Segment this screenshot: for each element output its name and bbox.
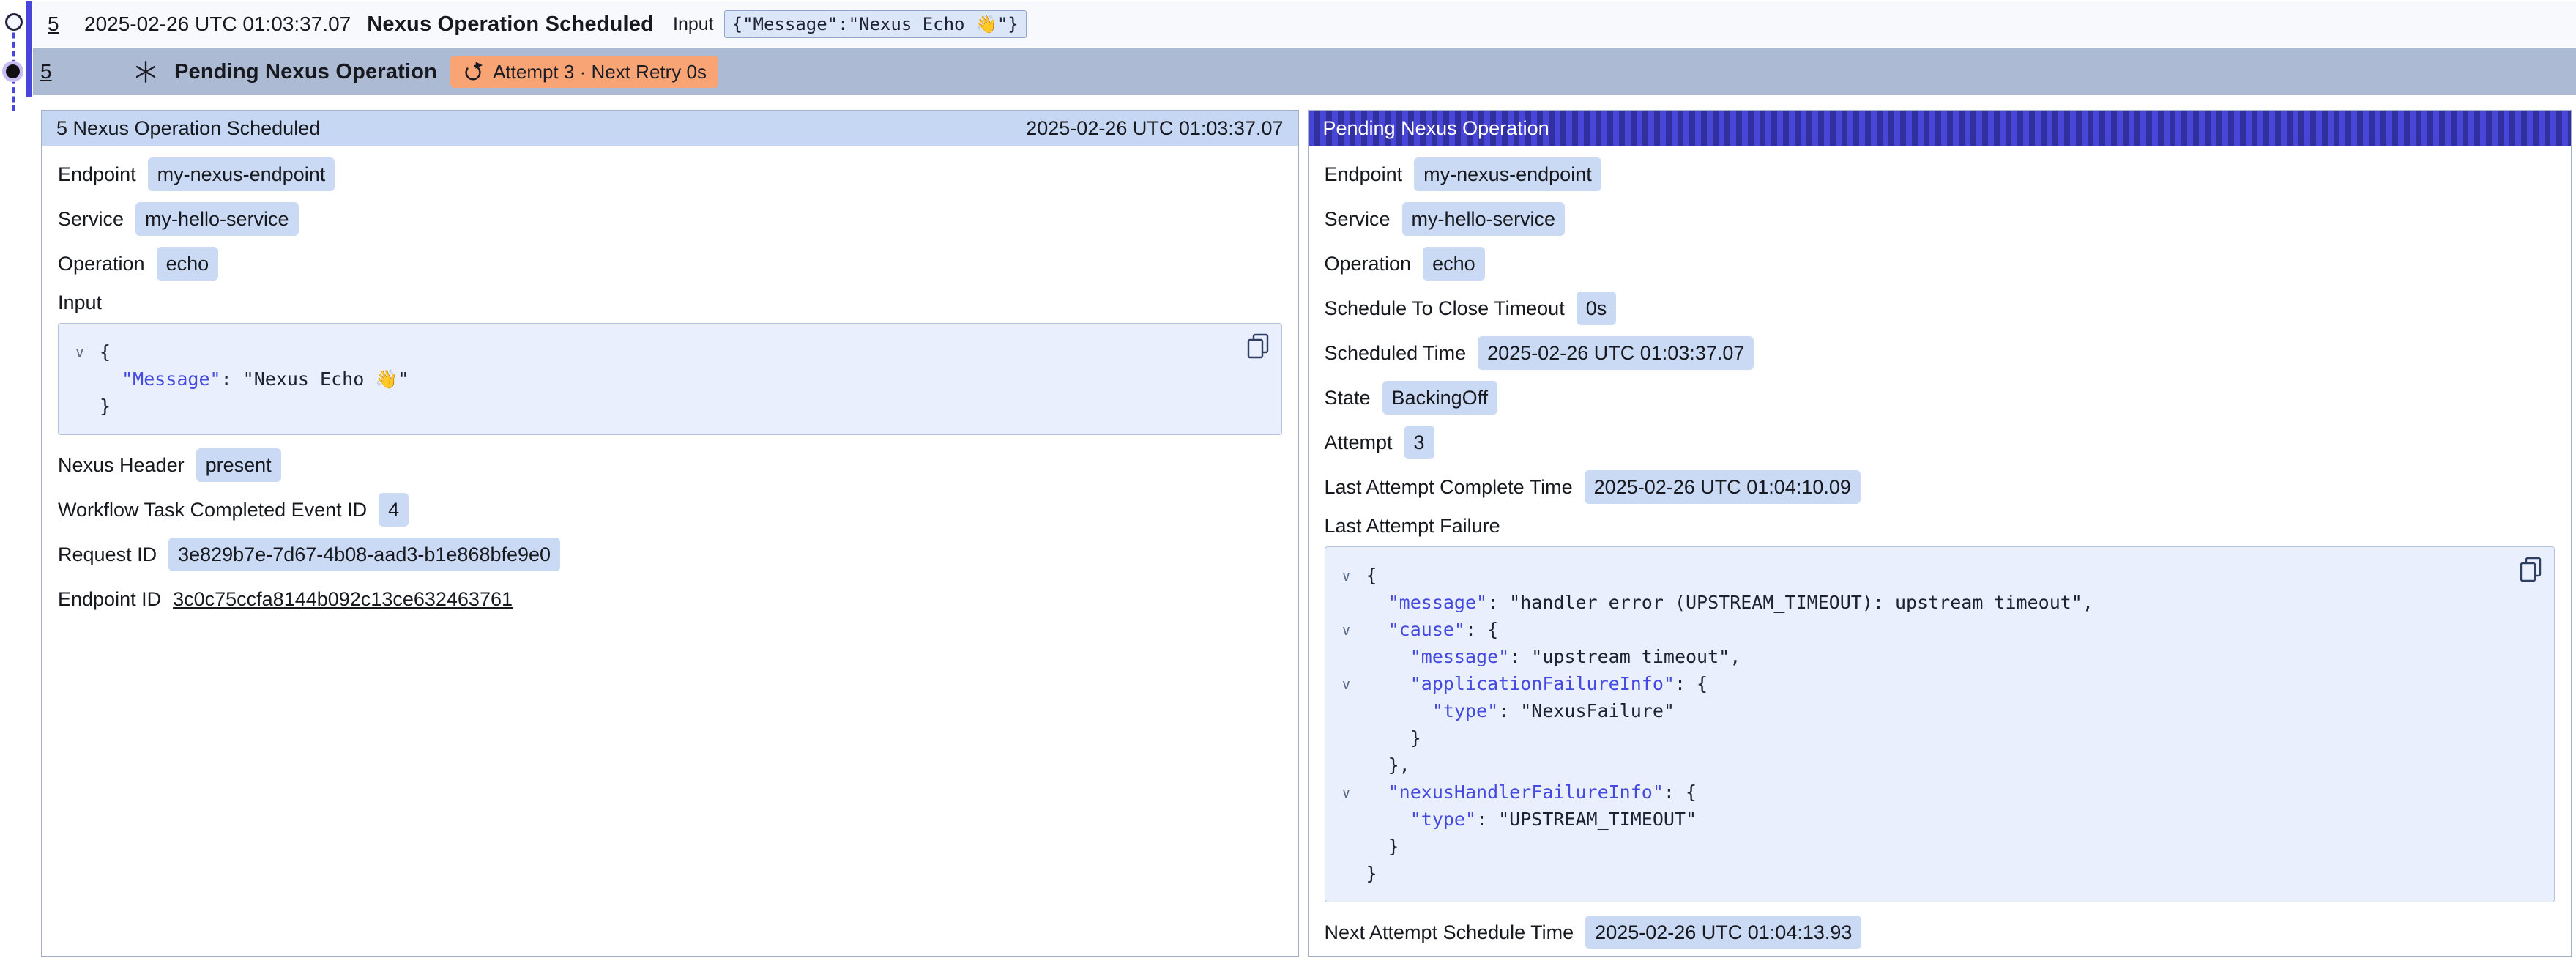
code-line: ∨ "message": "handler error (UPSTREAM_TI…: [1366, 589, 2537, 616]
panel-pending-nexus-operation: Pending Nexus Operation Endpoint my-nexus…: [1308, 110, 2572, 957]
timeline-accent-bar: [26, 1, 32, 97]
field-label: State: [1325, 387, 1371, 409]
field-value-badge: present: [196, 448, 281, 482]
field-value-badge: my-hello-service: [1402, 202, 1566, 236]
field-label: Scheduled Time: [1325, 342, 1467, 365]
detail-field-row: Endpoint my-nexus-endpoint: [1325, 157, 2555, 191]
code-line: ∨ "applicationFailureInfo": {: [1366, 670, 2537, 697]
detail-field-row: Operation echo: [58, 247, 1282, 281]
detail-field-row: Attempt 3: [1325, 426, 2555, 459]
retry-status-badge: Attempt 3 · Next Retry 0s: [450, 56, 718, 88]
retry-icon: [462, 61, 484, 83]
event-detail-panels: 5 Nexus Operation Scheduled 2025-02-26 U…: [41, 110, 2572, 957]
event-row-pending-nexus-operation[interactable]: 5 Pending Nexus Operation Attempt 3 · Ne…: [33, 48, 2576, 95]
field-label: Endpoint: [58, 163, 136, 186]
field-label: Last Attempt Complete Time: [1325, 476, 1573, 499]
event-id-link[interactable]: 5: [40, 60, 56, 83]
event-title: Nexus Operation Scheduled: [367, 12, 654, 37]
panel-header: 5 Nexus Operation Scheduled 2025-02-26 U…: [42, 111, 1298, 146]
field-value-badge: 3e829b7e-7d67-4b08-aad3-b1e868bfe9e0: [168, 538, 560, 571]
field-value-badge: 0s: [1577, 292, 1617, 325]
detail-field-row: Operation echo: [1325, 247, 2555, 281]
timeline-marker-current-icon: [6, 64, 20, 78]
timeline-marker-open-icon: [5, 13, 23, 31]
detail-field-row: Nexus Header present: [58, 448, 1282, 482]
input-section-label: Input: [58, 292, 1282, 314]
panel-nexus-operation-scheduled: 5 Nexus Operation Scheduled 2025-02-26 U…: [41, 110, 1299, 957]
field-value-badge: BackingOff: [1382, 381, 1498, 415]
panel-timestamp: 2025-02-26 UTC 01:03:37.07: [1026, 117, 1283, 140]
panel-title: Pending Nexus Operation: [1323, 117, 1549, 140]
field-value-badge: my-nexus-endpoint: [1414, 157, 1601, 191]
code-line: ∨ "Message": "Nexus Echo 👋": [100, 365, 1264, 393]
detail-field-row: Scheduled Time 2025-02-26 UTC 01:03:37.07: [1325, 336, 2555, 370]
panel-body: Endpoint my-nexus-endpoint Service my-hello…: [42, 146, 1298, 642]
event-timestamp: 2025-02-26 UTC 01:03:37.07: [84, 12, 351, 36]
code-line: ∨}: [100, 393, 1264, 420]
field-value-badge: 2025-02-26 UTC 01:04:13.93: [1585, 916, 1861, 949]
collapse-caret-icon[interactable]: ∨: [1341, 672, 1352, 699]
field-label: Nexus Header: [58, 454, 185, 477]
detail-field-row: Last Attempt Complete Time 2025-02-26 UTC…: [1325, 470, 2555, 504]
field-label: Operation: [58, 253, 145, 275]
event-input-chip: {"Message":"Nexus Echo 👋"}: [724, 10, 1027, 38]
retry-badge-label: Attempt 3 · Next Retry 0s: [493, 61, 707, 83]
field-label: Operation: [1325, 253, 1412, 275]
field-label: Attempt: [1325, 431, 1393, 454]
detail-field-row: Service my-hello-service: [1325, 202, 2555, 236]
panel-body: Endpoint my-nexus-endpoint Service my-hello…: [1309, 146, 2572, 957]
field-label: Service: [1325, 208, 1391, 231]
panel-header-striped: Pending Nexus Operation: [1309, 111, 2572, 146]
field-label: Schedule To Close Timeout: [1325, 297, 1565, 320]
collapse-caret-icon[interactable]: ∨: [75, 340, 85, 367]
detail-field-row: Service my-hello-service: [58, 202, 1282, 236]
code-line: ∨{: [100, 338, 1264, 365]
detail-field-row: Endpoint my-nexus-endpoint: [58, 157, 1282, 191]
detail-field-row: Next Attempt Schedule Time 2025-02-26 UTC…: [1325, 916, 2555, 949]
field-value-badge: 2025-02-26 UTC 01:03:37.07: [1478, 336, 1754, 370]
input-json-viewer: ∨{∨ "Message": "Nexus Echo 👋"∨}: [58, 323, 1282, 435]
detail-field-row: Request ID 3e829b7e-7d67-4b08-aad3-b1e868…: [58, 538, 1282, 571]
field-value-badge: 4: [379, 493, 409, 527]
detail-field-row: Endpoint ID 3c0c75ccfa8144b092c13ce632463…: [58, 582, 1282, 616]
code-line: ∨ }: [1366, 724, 2537, 751]
field-label: Endpoint: [1325, 163, 1403, 186]
code-line: ∨ },: [1366, 751, 2537, 779]
detail-field-row: Workflow Task Completed Event ID 4: [58, 493, 1282, 527]
event-row-nexus-operation-scheduled[interactable]: 5 2025-02-26 UTC 01:03:37.07 Nexus Opera…: [33, 1, 2576, 47]
collapse-caret-icon[interactable]: ∨: [1341, 780, 1352, 807]
pending-spinner-icon: [133, 59, 158, 84]
field-label: Endpoint ID: [58, 588, 161, 611]
code-line: ∨ "nexusHandlerFailureInfo": {: [1366, 779, 2537, 806]
code-line: ∨}: [1366, 860, 2537, 887]
detail-field-row: State BackingOff: [1325, 381, 2555, 415]
field-label: Next Attempt Schedule Time: [1325, 921, 1574, 944]
collapse-caret-icon[interactable]: ∨: [1341, 563, 1352, 590]
detail-field-row: Schedule To Close Timeout 0s: [1325, 292, 2555, 325]
field-label: Service: [58, 208, 124, 231]
failure-section-label: Last Attempt Failure: [1325, 515, 2555, 538]
code-line: ∨ "type": "NexusFailure": [1366, 697, 2537, 724]
panel-title: 5 Nexus Operation Scheduled: [56, 117, 320, 140]
event-title: Pending Nexus Operation: [174, 60, 437, 84]
event-input-label: Input: [673, 14, 714, 35]
field-value-badge: echo: [157, 247, 219, 281]
field-value-badge: 3: [1404, 426, 1434, 459]
code-line: ∨{: [1366, 562, 2537, 589]
field-label: Workflow Task Completed Event ID: [58, 499, 367, 521]
field-value-badge: my-nexus-endpoint: [148, 157, 335, 191]
field-value-badge: my-hello-service: [135, 202, 299, 236]
field-value-link[interactable]: 3c0c75ccfa8144b092c13ce632463761: [173, 588, 513, 611]
code-line: ∨ "message": "upstream timeout",: [1366, 643, 2537, 670]
code-line: ∨ "cause": {: [1366, 616, 2537, 643]
code-line: ∨ }: [1366, 833, 2537, 860]
field-label: Request ID: [58, 543, 157, 566]
event-history-list: 5 2025-02-26 UTC 01:03:37.07 Nexus Opera…: [0, 1, 2576, 95]
field-value-badge: echo: [1423, 247, 1485, 281]
failure-json-viewer: ∨{∨ "message": "handler error (UPSTREAM_…: [1325, 546, 2555, 902]
event-id-link[interactable]: 5: [48, 12, 64, 36]
code-line: ∨ "type": "UPSTREAM_TIMEOUT": [1366, 806, 2537, 833]
collapse-caret-icon[interactable]: ∨: [1341, 617, 1352, 645]
field-value-badge: 2025-02-26 UTC 01:04:10.09: [1585, 470, 1861, 504]
